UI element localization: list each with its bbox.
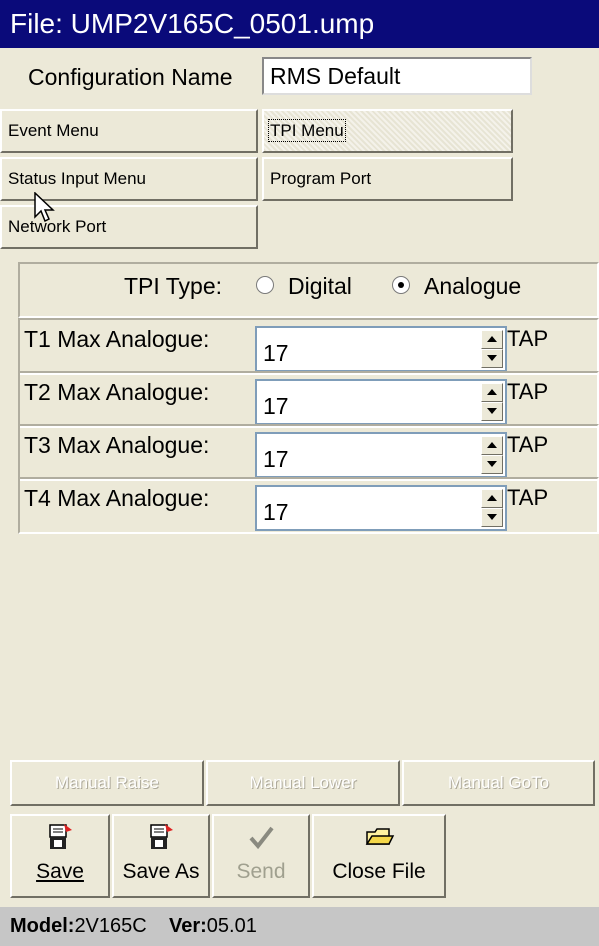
- t1-max-analogue-spinner[interactable]: 17: [255, 326, 507, 372]
- configuration-name-label: Configuration Name: [28, 64, 233, 90]
- t2-max-analogue-value[interactable]: 17: [263, 393, 289, 419]
- t4-max-analogue-spinner[interactable]: 17: [255, 485, 507, 531]
- manual-goto-button[interactable]: Manual GoTo: [402, 760, 595, 806]
- send-label: Send: [236, 860, 286, 883]
- arrow-down-icon: [487, 461, 497, 467]
- t1-max-analogue-label: T1 Max Analogue:: [24, 326, 210, 352]
- t3-spin-up-button[interactable]: [481, 436, 503, 455]
- t1-unit-label: TAP: [507, 326, 549, 351]
- analogue-radio-label[interactable]: Analogue: [424, 273, 521, 299]
- arrow-down-icon: [487, 408, 497, 414]
- arrow-down-icon: [487, 514, 497, 520]
- t4-spin-up-button[interactable]: [481, 489, 503, 508]
- save-as-label: Save As: [122, 860, 200, 883]
- t2-max-analogue-spinner[interactable]: 17: [255, 379, 507, 425]
- t1-spin-down-button[interactable]: [481, 349, 503, 368]
- event-menu-label: Event Menu: [8, 121, 99, 140]
- tpi-type-label: TPI Type:: [124, 273, 223, 299]
- arrow-down-icon: [487, 355, 497, 361]
- network-port-label: Network Port: [8, 217, 107, 236]
- t4-max-analogue-row: T4 Max Analogue: 17 TAP: [18, 477, 599, 534]
- close-file-label: Close File: [332, 860, 426, 883]
- t2-unit-label: TAP: [507, 379, 549, 404]
- arrow-up-icon: [487, 389, 497, 395]
- program-port-label: Program Port: [270, 169, 372, 188]
- status-input-menu-label: Status Input Menu: [8, 169, 146, 188]
- t2-spin-up-button[interactable]: [481, 383, 503, 402]
- open-folder-icon: [365, 828, 395, 845]
- file-title-bar: File: UMP2V165C_0501.ump: [0, 0, 599, 48]
- radio-selected-dot: [398, 282, 404, 288]
- t3-unit-label: TAP: [507, 432, 549, 457]
- analogue-radio[interactable]: [392, 276, 410, 294]
- send-button[interactable]: Send: [212, 814, 310, 898]
- digital-radio[interactable]: [256, 276, 274, 294]
- save-button[interactable]: Save: [10, 814, 110, 898]
- manual-raise-button[interactable]: Manual Raise: [10, 760, 204, 806]
- t4-spin-down-button[interactable]: [481, 508, 503, 527]
- t1-spin-up-button[interactable]: [481, 330, 503, 349]
- digital-radio-label[interactable]: Digital: [288, 273, 352, 299]
- save-label: Save: [36, 860, 84, 883]
- t4-max-analogue-label: T4 Max Analogue:: [24, 485, 210, 511]
- manual-lower-button[interactable]: Manual Lower: [206, 760, 400, 806]
- status-bar: Model:2V165C Ver:05.01: [0, 907, 599, 946]
- t4-max-analogue-value[interactable]: 17: [263, 499, 289, 525]
- save-as-button[interactable]: Save As: [112, 814, 210, 898]
- save-disk-icon: [49, 824, 72, 849]
- event-menu-button[interactable]: Event Menu: [0, 109, 258, 153]
- save-as-disk-icon: [150, 824, 173, 849]
- t2-max-analogue-label: T2 Max Analogue:: [24, 379, 210, 405]
- arrow-up-icon: [487, 442, 497, 448]
- t3-spin-down-button[interactable]: [481, 455, 503, 474]
- t3-max-analogue-row: T3 Max Analogue: 17 TAP: [18, 424, 599, 481]
- t1-max-analogue-row: T1 Max Analogue: 17 TAP: [18, 318, 599, 375]
- tpi-menu-button[interactable]: TPI Menu: [262, 109, 513, 153]
- t3-max-analogue-spinner[interactable]: 17: [255, 432, 507, 478]
- tpi-menu-label: TPI Menu: [268, 119, 346, 142]
- t4-unit-label: TAP: [507, 485, 549, 510]
- model-value: 2V165C: [74, 915, 147, 937]
- t3-max-analogue-value[interactable]: 17: [263, 446, 289, 472]
- arrow-up-icon: [487, 495, 497, 501]
- t3-max-analogue-label: T3 Max Analogue:: [24, 432, 210, 458]
- t2-max-analogue-row: T2 Max Analogue: 17 TAP: [18, 371, 599, 428]
- close-file-button[interactable]: Close File: [312, 814, 446, 898]
- configuration-name-input[interactable]: [262, 57, 532, 95]
- version-label: Ver:: [168, 915, 207, 937]
- t2-spin-down-button[interactable]: [481, 402, 503, 421]
- model-label: Model:: [10, 915, 75, 937]
- mouse-pointer-icon: [34, 192, 55, 223]
- program-port-button[interactable]: Program Port: [262, 157, 513, 201]
- checkmark-icon: [249, 826, 274, 850]
- version-value: 05.01: [206, 915, 257, 937]
- arrow-up-icon: [487, 336, 497, 342]
- t1-max-analogue-value[interactable]: 17: [263, 340, 289, 366]
